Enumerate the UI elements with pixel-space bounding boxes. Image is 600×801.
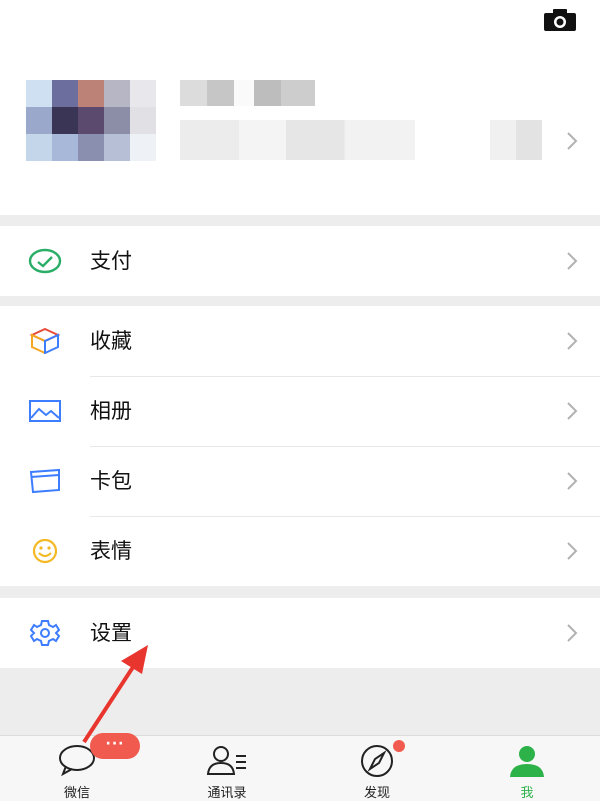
profile-name-blurred <box>180 80 315 106</box>
unread-badge: ··· <box>90 733 140 759</box>
menu-item-settings[interactable]: 设置 <box>0 598 600 668</box>
tab-label: 微信 <box>63 786 90 801</box>
menu-item-stickers[interactable]: 表情 <box>0 516 600 586</box>
compass-icon <box>361 745 393 777</box>
chevron-right-icon <box>567 402 578 420</box>
menu-item-label: 收藏 <box>90 329 132 353</box>
cube-icon <box>29 328 61 354</box>
tab-discover[interactable]: 发现 <box>302 736 452 801</box>
tab-me[interactable]: 我 <box>452 736 600 801</box>
contacts-icon <box>206 746 246 775</box>
menu-item-label: 卡包 <box>90 469 132 493</box>
bottom-tab-bar: 微信 ··· 通讯录 发现 我 <box>0 733 600 801</box>
menu-item-album[interactable]: 相册 <box>0 376 600 446</box>
chevron-right-icon <box>567 252 578 270</box>
gear-icon <box>29 620 61 646</box>
picture-icon <box>29 400 61 422</box>
menu-item-favorites[interactable]: 收藏 <box>0 306 600 376</box>
menu-item-cards[interactable]: 卡包 <box>0 446 600 516</box>
camera-icon[interactable] <box>541 8 579 32</box>
tab-contacts[interactable]: 通讯录 <box>152 736 302 801</box>
menu-group-payment: 支付 <box>0 226 600 296</box>
avatar[interactable] <box>26 80 156 162</box>
card-icon <box>29 468 60 494</box>
tab-label: 我 <box>520 786 534 801</box>
discover-badge-dot <box>393 740 405 752</box>
wechat-id-blurred <box>180 120 415 160</box>
qr-code-blurred[interactable] <box>490 120 542 160</box>
chevron-right-icon <box>567 332 578 350</box>
tab-label: 发现 <box>363 786 390 801</box>
menu-item-label: 表情 <box>90 539 132 563</box>
menu-item-payment[interactable]: 支付 <box>0 226 600 296</box>
menu-item-label: 支付 <box>90 249 132 273</box>
profile-header[interactable] <box>0 0 600 215</box>
smiley-icon <box>32 538 58 564</box>
chevron-right-icon <box>567 132 578 150</box>
menu-group-main: 收藏 相册 卡包 表情 <box>0 306 600 586</box>
menu-item-label: 设置 <box>90 621 132 645</box>
tab-label: 通讯录 <box>207 786 247 801</box>
person-icon <box>510 746 544 777</box>
chevron-right-icon <box>567 472 578 490</box>
menu-item-label: 相册 <box>90 399 132 423</box>
chevron-right-icon <box>567 624 578 642</box>
menu-group-settings: 设置 <box>0 598 600 668</box>
wallet-icon <box>28 248 62 274</box>
chevron-right-icon <box>567 542 578 560</box>
